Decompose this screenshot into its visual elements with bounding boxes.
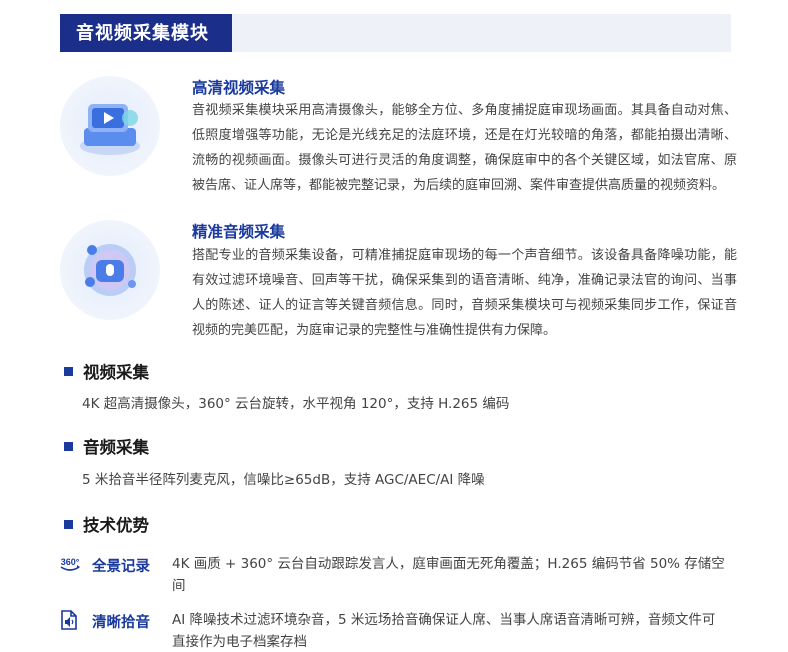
microphone-icon — [60, 220, 160, 320]
audio-file-icon — [58, 609, 80, 631]
advantage-label-audio: 清晰拾音 — [92, 615, 150, 631]
spec-heading-audio: 音频采集 — [64, 434, 149, 458]
bullet-square-icon — [64, 442, 73, 451]
video-camera-icon — [60, 76, 160, 176]
bullet-square-icon — [64, 520, 73, 529]
spec-text-audio: 5 米拾音半径阵列麦克风，信噪比≥65dB，支持 AGC/AEC/AI 降噪 — [82, 472, 485, 488]
advantage-text-audio: AI 降噪技术过滤环境杂音，5 米远场拾音确保证人席、当事人席语音清晰可辨，音频… — [172, 612, 716, 650]
section-title: 音视频采集模块 — [76, 23, 209, 44]
panorama-360-icon: 360° — [58, 552, 80, 574]
advantages-heading: 技术优势 — [64, 512, 149, 536]
spec-text-video: 4K 超高清摄像头，360° 云台旋转，水平视角 120°，支持 H.265 编… — [82, 396, 510, 412]
advantage-label-panorama: 全景记录 — [92, 559, 150, 575]
feature-body-video: 音视频采集模块采用高清摄像头，能够全方位、多角度捕捉庭审现场画面。其具备自动对焦… — [192, 103, 737, 193]
spec-heading-video: 视频采集 — [64, 359, 149, 383]
feature-body-audio: 搭配专业的音频采集设备，可精准捕捉庭审现场的每一个声音细节。该设备具备降噪功能，… — [192, 248, 737, 338]
feature-title-video: 高清视频采集 — [192, 79, 286, 97]
bullet-square-icon — [64, 367, 73, 376]
advantage-text-panorama: 4K 画质 + 360° 云台自动跟踪发言人，庭审画面无死角覆盖；H.265 编… — [172, 556, 725, 594]
feature-title-audio: 精准音频采集 — [192, 223, 286, 241]
svg-text:360°: 360° — [61, 557, 80, 567]
